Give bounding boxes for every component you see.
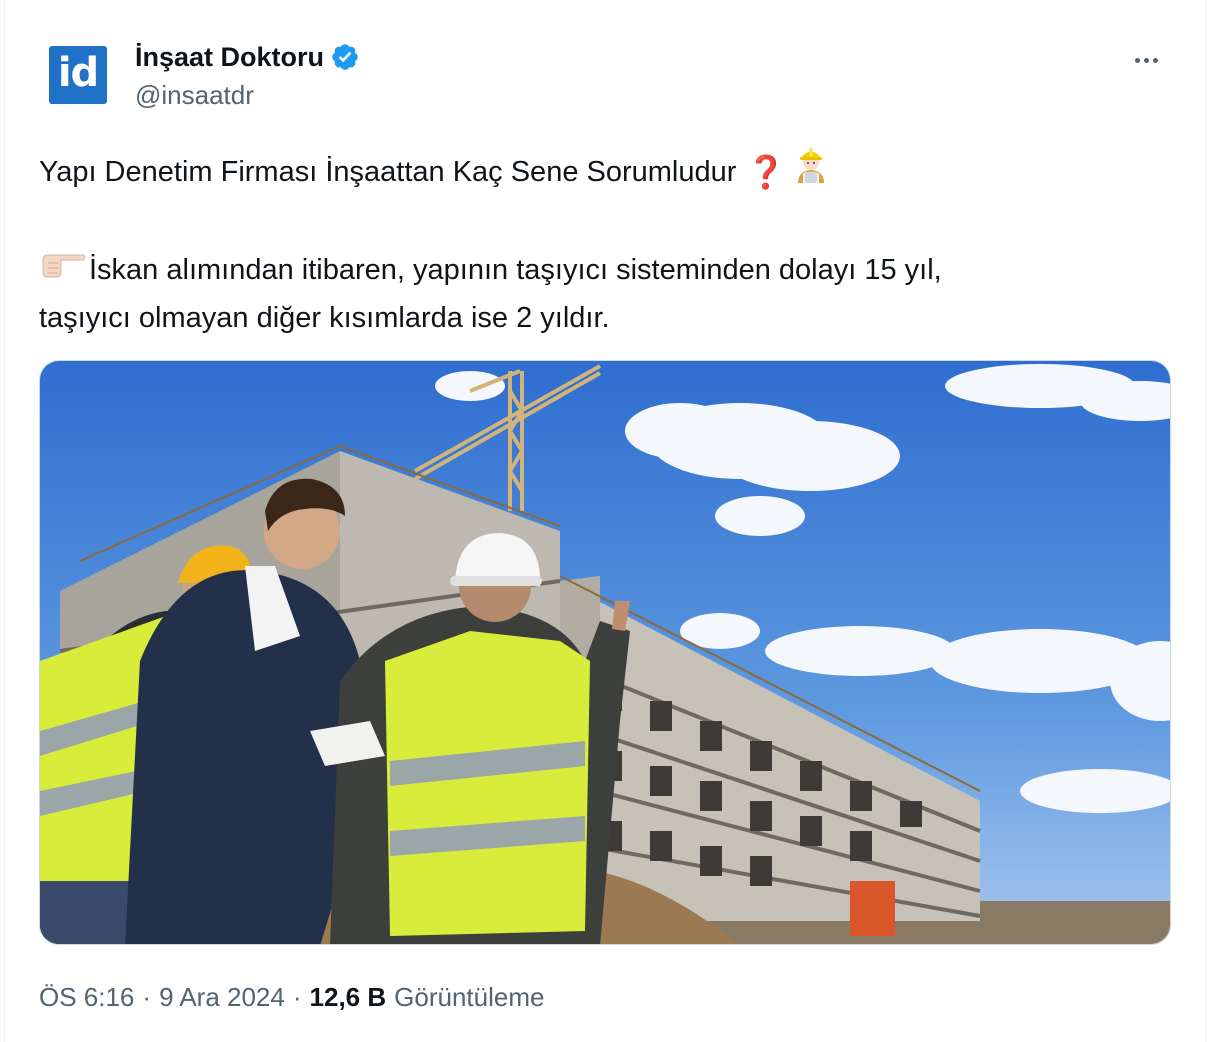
- tweet-card: id İnşaat Doktoru @insaatdr Yapı Denetim…: [4, 0, 1206, 1042]
- views-count[interactable]: 12,6 B: [310, 982, 387, 1013]
- views-label[interactable]: Görüntüleme: [394, 982, 544, 1013]
- tweet-text: Yapı Denetim Firması İnşaattan Kaç Sene …: [39, 145, 1179, 342]
- verified-badge-icon: [330, 42, 360, 72]
- question-mark-emoji: ❓: [746, 153, 787, 190]
- tweet-header: id İnşaat Doktoru @insaatdr: [49, 32, 1175, 122]
- avatar[interactable]: id: [49, 46, 107, 104]
- tweet-time[interactable]: ÖS 6:16: [39, 982, 134, 1013]
- tweet-line-2-text: İskan alımından itibaren, yapının taşıyı…: [89, 254, 942, 286]
- tweet-line-1-text: Yapı Denetim Firması İnşaattan Kaç Sene …: [39, 155, 737, 188]
- meta-separator: ·: [142, 982, 152, 1012]
- tweet-line-3: taşıyıcı olmayan diğer kısımlarda ise 2 …: [39, 294, 1179, 342]
- meta-separator: ·: [292, 982, 302, 1012]
- avatar-logo-text: id: [57, 50, 99, 96]
- tweet-date[interactable]: 9 Ara 2024: [159, 982, 285, 1013]
- construction-worker-icon: [794, 145, 828, 198]
- tweet-line-2: İskan alımından itibaren, yapının taşıyı…: [39, 246, 1179, 294]
- tweet-meta: ÖS 6:16 · 9 Ara 2024 · 12,6 B Görüntülem…: [39, 982, 544, 1013]
- author-names: İnşaat Doktoru @insaatdr: [135, 40, 360, 111]
- tweet-media-image[interactable]: [39, 360, 1171, 945]
- display-name[interactable]: İnşaat Doktoru: [135, 42, 324, 73]
- more-options-icon[interactable]: [1129, 46, 1163, 74]
- tweet-line-3-text: taşıyıcı olmayan diğer kısımlarda ise 2 …: [39, 302, 610, 334]
- handle[interactable]: @insaatdr: [135, 80, 360, 111]
- pointing-right-icon: [39, 246, 87, 294]
- construction-site-photo: [40, 361, 1170, 944]
- tweet-line-1: Yapı Denetim Firması İnşaattan Kaç Sene …: [39, 145, 1179, 198]
- tweet-gap: [39, 198, 1179, 246]
